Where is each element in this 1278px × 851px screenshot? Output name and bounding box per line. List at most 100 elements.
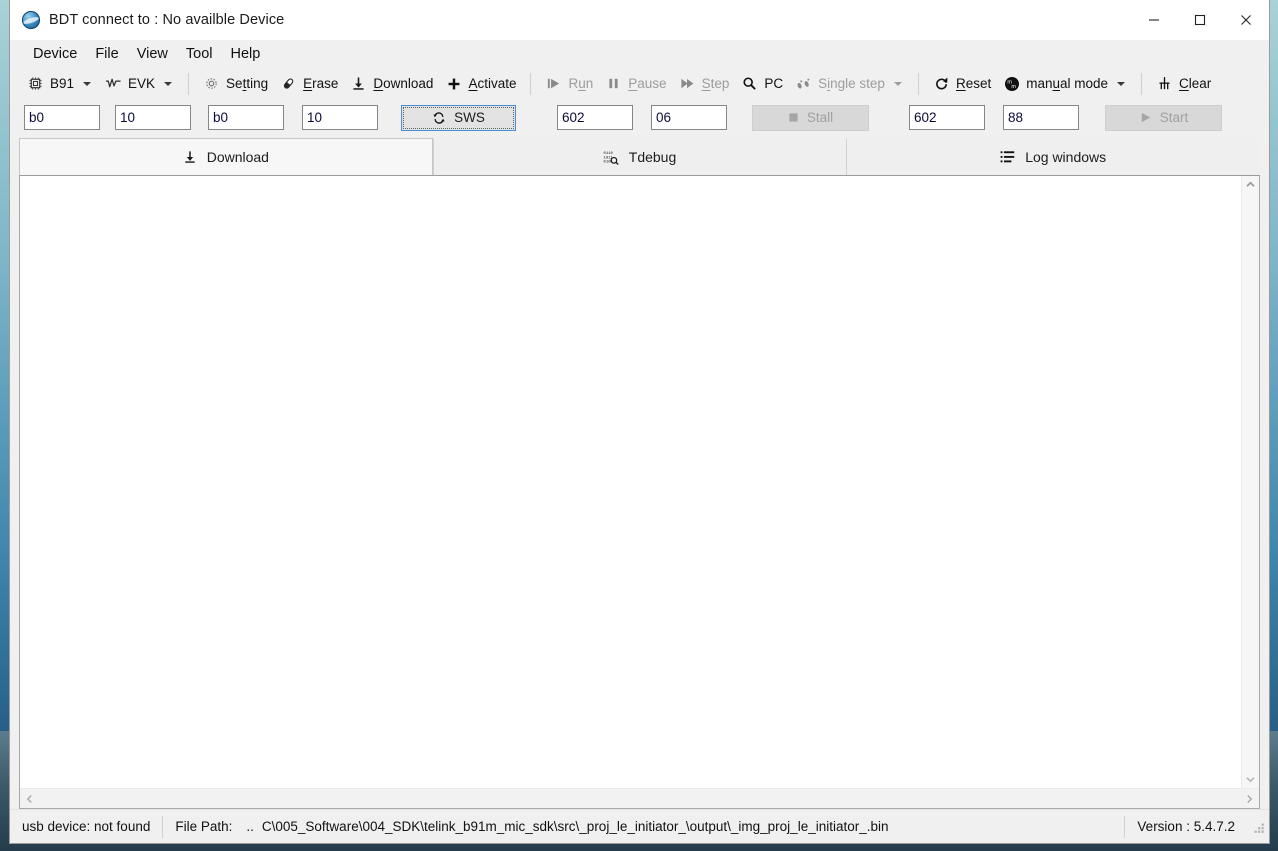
chevron-down-icon[interactable] bbox=[1117, 82, 1125, 86]
tab-log-windows[interactable]: Log windows bbox=[846, 138, 1260, 175]
chevron-down-icon[interactable] bbox=[894, 82, 902, 86]
refresh-icon bbox=[432, 111, 446, 125]
vertical-scrollbar[interactable] bbox=[1241, 176, 1259, 788]
mode-circle-m-icon: m m bbox=[1003, 75, 1020, 92]
single-step-button[interactable]: Single step bbox=[789, 70, 910, 97]
stop-square-icon bbox=[788, 112, 799, 123]
scroll-left-arrow-icon[interactable] bbox=[20, 789, 39, 808]
magnifier-icon bbox=[741, 75, 758, 92]
maximize-icon bbox=[1194, 14, 1206, 26]
reset-button[interactable]: Reset bbox=[927, 70, 997, 97]
toolbar-separator bbox=[918, 73, 919, 95]
status-bar: usb device: not found File Path: .. C\00… bbox=[10, 809, 1269, 843]
download-label: Download bbox=[373, 76, 433, 91]
board-select-label: EVK bbox=[128, 76, 155, 91]
chip-select-label: B91 bbox=[50, 76, 74, 91]
content-area bbox=[10, 175, 1269, 809]
play-run-icon bbox=[545, 75, 562, 92]
erase-label: Erase bbox=[303, 76, 338, 91]
step-button[interactable]: Step bbox=[673, 70, 736, 97]
stall-button[interactable]: Stall bbox=[752, 105, 869, 131]
address-field-2[interactable] bbox=[208, 105, 284, 130]
plus-icon bbox=[445, 75, 462, 92]
chevron-down-icon[interactable] bbox=[83, 82, 91, 86]
register-field-4[interactable] bbox=[1003, 105, 1079, 130]
file-path-cell: File Path: .. C\005_Software\004_SDK\tel… bbox=[163, 810, 900, 843]
file-path-label: File Path: bbox=[175, 819, 232, 834]
log-output-frame bbox=[19, 175, 1260, 809]
menu-bar: Device File View Tool Help bbox=[10, 40, 1269, 67]
start-button[interactable]: Start bbox=[1105, 105, 1222, 131]
tab-bar: Download 0110 1011 0101 Tdebug bbox=[10, 135, 1269, 175]
minimize-icon bbox=[1148, 14, 1160, 26]
scroll-down-arrow-icon[interactable] bbox=[1242, 771, 1259, 788]
usb-status-text: usb device: not found bbox=[10, 810, 162, 843]
menu-file[interactable]: File bbox=[86, 43, 127, 65]
length-field-2[interactable] bbox=[302, 105, 378, 130]
address-field-1[interactable] bbox=[24, 105, 100, 130]
binary-magnifier-icon: 0110 1011 0101 bbox=[603, 150, 619, 165]
clear-label: Clear bbox=[1179, 76, 1211, 91]
title-bar: BDT connect to : No availble Device bbox=[10, 0, 1269, 40]
waveform-icon bbox=[105, 75, 122, 92]
step-forward-icon bbox=[679, 75, 696, 92]
menu-device[interactable]: Device bbox=[24, 43, 86, 65]
bdt-globe-icon bbox=[22, 11, 40, 29]
setting-label: Setting bbox=[226, 76, 268, 91]
tab-log-windows-label: Log windows bbox=[1025, 149, 1106, 165]
pause-button[interactable]: Pause bbox=[599, 70, 672, 97]
length-field-1[interactable] bbox=[115, 105, 191, 130]
horizontal-scrollbar[interactable] bbox=[20, 788, 1259, 808]
chip-select-button[interactable]: B91 bbox=[21, 70, 99, 97]
download-arrow-icon bbox=[350, 75, 367, 92]
tab-download[interactable]: Download bbox=[19, 138, 433, 175]
scroll-up-arrow-icon[interactable] bbox=[1242, 176, 1259, 193]
start-label: Start bbox=[1160, 110, 1189, 125]
erase-button[interactable]: Erase bbox=[274, 70, 344, 97]
single-step-label: Single step bbox=[818, 76, 885, 91]
menu-tool[interactable]: Tool bbox=[177, 43, 222, 65]
log-output-text[interactable] bbox=[20, 176, 1241, 788]
log-output-main bbox=[20, 176, 1259, 788]
register-field-1[interactable] bbox=[557, 105, 633, 130]
eraser-icon bbox=[280, 75, 297, 92]
pc-label: PC bbox=[764, 76, 783, 91]
pause-icon bbox=[605, 75, 622, 92]
pc-button[interactable]: PC bbox=[735, 70, 789, 97]
parameter-field-row: SWS Stall Start bbox=[10, 100, 1269, 135]
mode-select-button[interactable]: m m manual mode bbox=[997, 70, 1133, 97]
register-field-2[interactable] bbox=[651, 105, 727, 130]
pause-label: Pause bbox=[628, 76, 666, 91]
window-title: BDT connect to : No availble Device bbox=[49, 12, 284, 28]
list-lines-icon bbox=[1000, 150, 1015, 164]
mode-label: manual mode bbox=[1026, 76, 1108, 91]
file-path-prefix: .. bbox=[246, 819, 254, 834]
download-button[interactable]: Download bbox=[344, 70, 439, 97]
tab-tdebug[interactable]: 0110 1011 0101 Tdebug bbox=[433, 138, 847, 175]
play-triangle-icon bbox=[1139, 111, 1152, 124]
minimize-button[interactable] bbox=[1131, 0, 1177, 39]
sws-label: SWS bbox=[454, 110, 485, 125]
register-field-3[interactable] bbox=[909, 105, 985, 130]
file-path-value: C\005_Software\004_SDK\telink_b91m_mic_s… bbox=[262, 819, 889, 834]
step-label: Step bbox=[702, 76, 730, 91]
main-toolbar: B91 EVK Setti bbox=[10, 67, 1269, 100]
menu-help[interactable]: Help bbox=[221, 43, 269, 65]
setting-button[interactable]: Setting bbox=[197, 70, 274, 97]
toolbar-separator bbox=[530, 73, 531, 95]
run-button[interactable]: Run bbox=[539, 70, 599, 97]
chevron-down-icon[interactable] bbox=[164, 82, 172, 86]
footsteps-icon bbox=[795, 75, 812, 92]
clear-button[interactable]: Clear bbox=[1150, 70, 1217, 97]
close-icon bbox=[1240, 14, 1252, 26]
resize-grip-icon[interactable] bbox=[1251, 820, 1265, 834]
activate-button[interactable]: Activate bbox=[439, 70, 522, 97]
sws-button[interactable]: SWS bbox=[401, 105, 516, 131]
svg-text:m: m bbox=[1011, 84, 1016, 90]
reset-circular-arrow-icon bbox=[933, 75, 950, 92]
close-button[interactable] bbox=[1223, 0, 1269, 39]
menu-view[interactable]: View bbox=[128, 43, 177, 65]
board-select-button[interactable]: EVK bbox=[99, 70, 180, 97]
maximize-button[interactable] bbox=[1177, 0, 1223, 39]
scroll-right-arrow-icon[interactable] bbox=[1240, 789, 1259, 808]
